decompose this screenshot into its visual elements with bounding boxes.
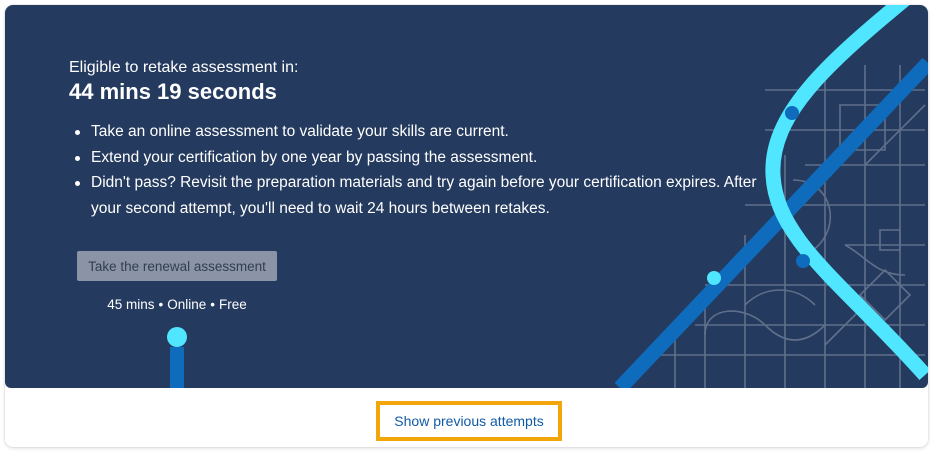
renewal-hero-panel: Eligible to retake assessment in: 44 min…: [5, 5, 928, 388]
retake-countdown: 44 mins 19 seconds: [69, 79, 277, 104]
separator: •: [158, 297, 164, 312]
price-text: Free: [219, 297, 247, 312]
duration-text: 45 mins: [107, 297, 155, 312]
mode-text: Online: [167, 297, 207, 312]
list-item: Extend your certification by one year by…: [69, 145, 759, 171]
retake-eligibility-label: Eligible to retake assessment in:: [69, 59, 299, 76]
take-renewal-assessment-button[interactable]: Take the renewal assessment: [77, 251, 277, 281]
timeline-line: [170, 347, 184, 388]
list-item: Take an online assessment to validate yo…: [69, 119, 759, 145]
timeline-dot-icon: [167, 327, 187, 347]
assessment-meta: 45 mins • Online • Free: [77, 297, 277, 312]
renewal-info-list: Take an online assessment to validate yo…: [69, 119, 759, 221]
renewal-card: Eligible to retake assessment in: 44 min…: [5, 5, 928, 447]
separator: •: [210, 297, 215, 312]
show-previous-attempts-link[interactable]: Show previous attempts: [376, 401, 562, 441]
card-footer: Show previous attempts: [5, 388, 928, 447]
list-item: Didn't pass? Revisit the preparation mat…: [69, 170, 759, 221]
